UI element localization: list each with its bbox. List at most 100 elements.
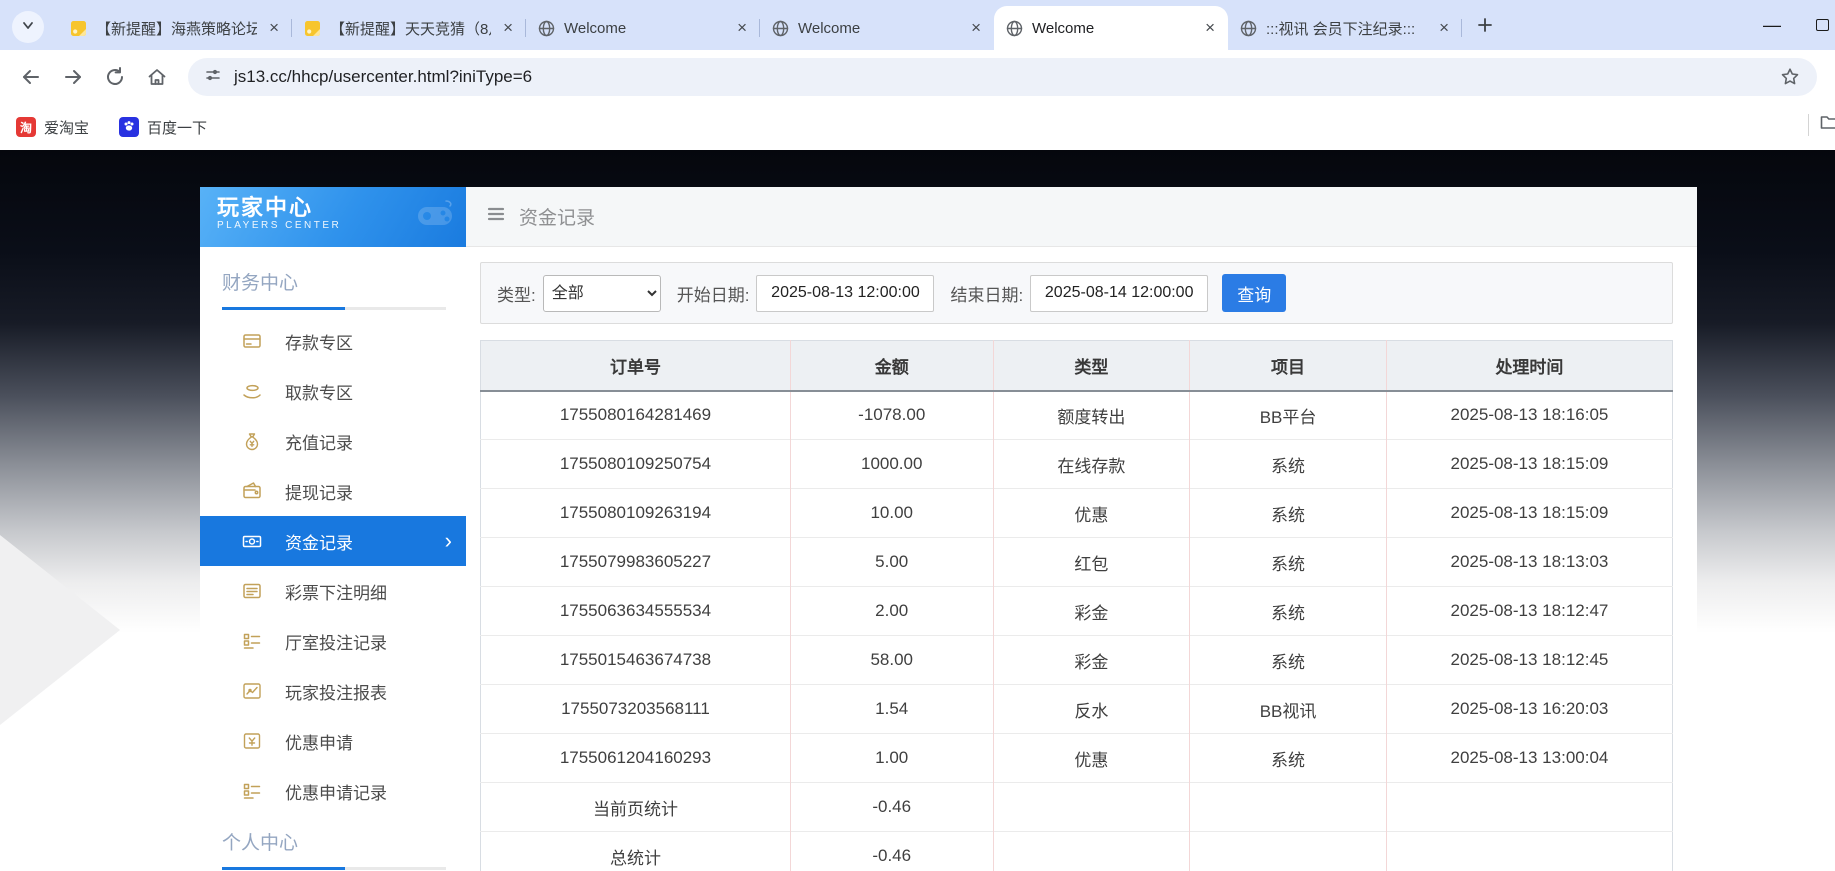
section-finance-center: 财务中心: [200, 247, 466, 307]
tab-close-icon[interactable]: ×: [1202, 18, 1218, 38]
sidebar-item-list[interactable]: 彩票下注明细›: [200, 566, 466, 616]
globe-favicon-icon: [1240, 20, 1257, 37]
content-header: 资金记录: [466, 187, 1697, 247]
column-header: 金额: [790, 341, 993, 391]
sidebar-item-label: 资金记录: [285, 529, 353, 554]
bookmarks-bar: 淘 爱淘宝 百度一下: [0, 104, 1835, 150]
table-cell: [1386, 832, 1672, 871]
baidu-paw-icon: [119, 117, 139, 137]
tab-close-icon[interactable]: ×: [1436, 18, 1452, 38]
funds-record-table: 订单号金额类型项目处理时间 1755080164281469-1078.00额度…: [480, 340, 1673, 871]
tab[interactable]: 【新提醒】海燕策略论坛综 ×: [58, 6, 292, 50]
sidebar-item-chart[interactable]: 玩家投注报表›: [200, 666, 466, 716]
globe-favicon-icon: [1006, 20, 1023, 37]
end-date-input[interactable]: [1030, 275, 1208, 312]
other-bookmarks-folder-icon[interactable]: [1819, 112, 1835, 137]
url-text[interactable]: js13.cc/hhcp/usercenter.html?iniType=6: [234, 67, 1779, 87]
table-cell: 系统: [1190, 636, 1387, 685]
tab[interactable]: Welcome ×: [526, 6, 760, 50]
table-cell: BB视讯: [1190, 685, 1387, 734]
table-cell: 在线存款: [993, 440, 1190, 489]
table-cell: 2025-08-13 18:12:45: [1386, 636, 1672, 685]
start-date-input[interactable]: [756, 275, 934, 312]
sidebar-item-wallet[interactable]: 提现记录›: [200, 466, 466, 516]
sidebar-item-label: 提现记录: [285, 479, 353, 504]
bookmark-label: 百度一下: [147, 117, 207, 138]
search-button[interactable]: 查询: [1222, 274, 1286, 312]
sidebar-item-deposit-card[interactable]: 存款专区›: [200, 316, 466, 366]
page-favicon-icon: [304, 20, 321, 37]
bookmark-star-icon[interactable]: [1779, 66, 1801, 88]
table-cell: 优惠: [993, 734, 1190, 783]
table-cell: 系统: [1190, 440, 1387, 489]
table-cell: 1755073203568111: [481, 685, 791, 734]
table-cell: 2025-08-13 18:15:09: [1386, 489, 1672, 538]
table-cell: 系统: [1190, 538, 1387, 587]
hamburger-menu-icon[interactable]: [486, 204, 506, 230]
reload-button[interactable]: [94, 56, 136, 98]
table-cell: 系统: [1190, 734, 1387, 783]
table-cell: [1386, 783, 1672, 832]
chevron-right-icon: ›: [445, 532, 452, 550]
tab-close-icon[interactable]: ×: [968, 18, 984, 38]
table-cell: 2025-08-13 18:16:05: [1386, 391, 1672, 440]
sidebar-item-label: 优惠申请记录: [285, 779, 387, 804]
tab[interactable]: 【新提醒】天天竞猜（8月×: [292, 6, 526, 50]
table-cell: 1755015463674738: [481, 636, 791, 685]
section-personal-center: 个人中心: [200, 816, 466, 867]
tab-close-icon[interactable]: ×: [266, 18, 282, 38]
table-cell: 2025-08-13 18:12:47: [1386, 587, 1672, 636]
coupon-icon: [242, 731, 262, 751]
tab-search-button[interactable]: [12, 11, 44, 43]
table-cell: 2025-08-13 18:13:03: [1386, 538, 1672, 587]
tab-close-icon[interactable]: ×: [500, 18, 516, 38]
new-tab-button[interactable]: [1470, 12, 1500, 42]
site-settings-icon[interactable]: [204, 66, 222, 89]
withdraw-hand-icon: [242, 381, 262, 401]
table-cell: 系统: [1190, 489, 1387, 538]
back-button[interactable]: [10, 56, 52, 98]
sidebar-item-list-check[interactable]: 优惠申请记录›: [200, 766, 466, 816]
table-cell: 1755079983605227: [481, 538, 791, 587]
table-cell: 10.00: [790, 489, 993, 538]
tab-title: 【新提醒】海燕策略论坛综: [96, 18, 257, 39]
tab-title: :::视讯 会员下注纪录:::: [1266, 18, 1427, 39]
table-cell: 1000.00: [790, 440, 993, 489]
address-bar[interactable]: js13.cc/hhcp/usercenter.html?iniType=6: [188, 58, 1817, 96]
tab[interactable]: :::视讯 会员下注纪录:::×: [1228, 6, 1462, 50]
tab[interactable]: Welcome×: [760, 6, 994, 50]
window-minimize-button[interactable]: —: [1749, 0, 1795, 50]
home-button[interactable]: [136, 56, 178, 98]
tab-active[interactable]: Welcome×: [994, 6, 1228, 50]
table-cell: [993, 783, 1190, 832]
sidebar-item-coupon[interactable]: 优惠申请›: [200, 716, 466, 766]
window-maximize-button[interactable]: [1799, 0, 1835, 50]
funds-icon: [242, 531, 262, 551]
sidebar-menu: 存款专区›取款专区›充值记录›提现记录› 资金记录 › 彩票下注明细›厅室投注记录›玩…: [200, 316, 466, 816]
type-select[interactable]: 全部: [543, 275, 661, 312]
table-row: 1755080164281469-1078.00额度转出BB平台2025-08-…: [481, 391, 1673, 440]
table-cell: 1755080164281469: [481, 391, 791, 440]
sidebar-item-list-check[interactable]: 厅室投注记录›: [200, 616, 466, 666]
player-center-sidebar: 玩家中心 PLAYERS CENTER 财务中心 存款专区›取款专区›充值记录›…: [200, 187, 466, 871]
tab-close-icon[interactable]: ×: [734, 18, 750, 38]
chevron-down-icon: [20, 17, 36, 38]
sidebar-item-label: 存款专区: [285, 329, 353, 354]
tabs-container: 【新提醒】海燕策略论坛综×【新提醒】天天竞猜（8月×Welcome×Welcom…: [58, 0, 1462, 50]
section-divider: [222, 867, 446, 870]
table-cell: 2.00: [790, 587, 993, 636]
forward-button[interactable]: [52, 56, 94, 98]
sidebar-item-funds[interactable]: 资金记录 ›: [200, 516, 466, 566]
bookmark-baidu[interactable]: 百度一下: [119, 117, 207, 138]
column-header: 订单号: [481, 341, 791, 391]
tab-title: Welcome: [564, 20, 725, 37]
table-cell: 1755061204160293: [481, 734, 791, 783]
sidebar-item-withdraw-hand[interactable]: 取款专区›: [200, 366, 466, 416]
bookmark-taobao[interactable]: 淘 爱淘宝: [16, 117, 89, 138]
sidebar-item-moneybag[interactable]: 充值记录›: [200, 416, 466, 466]
table-cell: 5.00: [790, 538, 993, 587]
table-cell: 红包: [993, 538, 1190, 587]
table-row: 17550636345555342.00彩金系统2025-08-13 18:12…: [481, 587, 1673, 636]
table-row: 175501546367473858.00彩金系统2025-08-13 18:1…: [481, 636, 1673, 685]
background-triangle-decoration: [0, 535, 120, 725]
